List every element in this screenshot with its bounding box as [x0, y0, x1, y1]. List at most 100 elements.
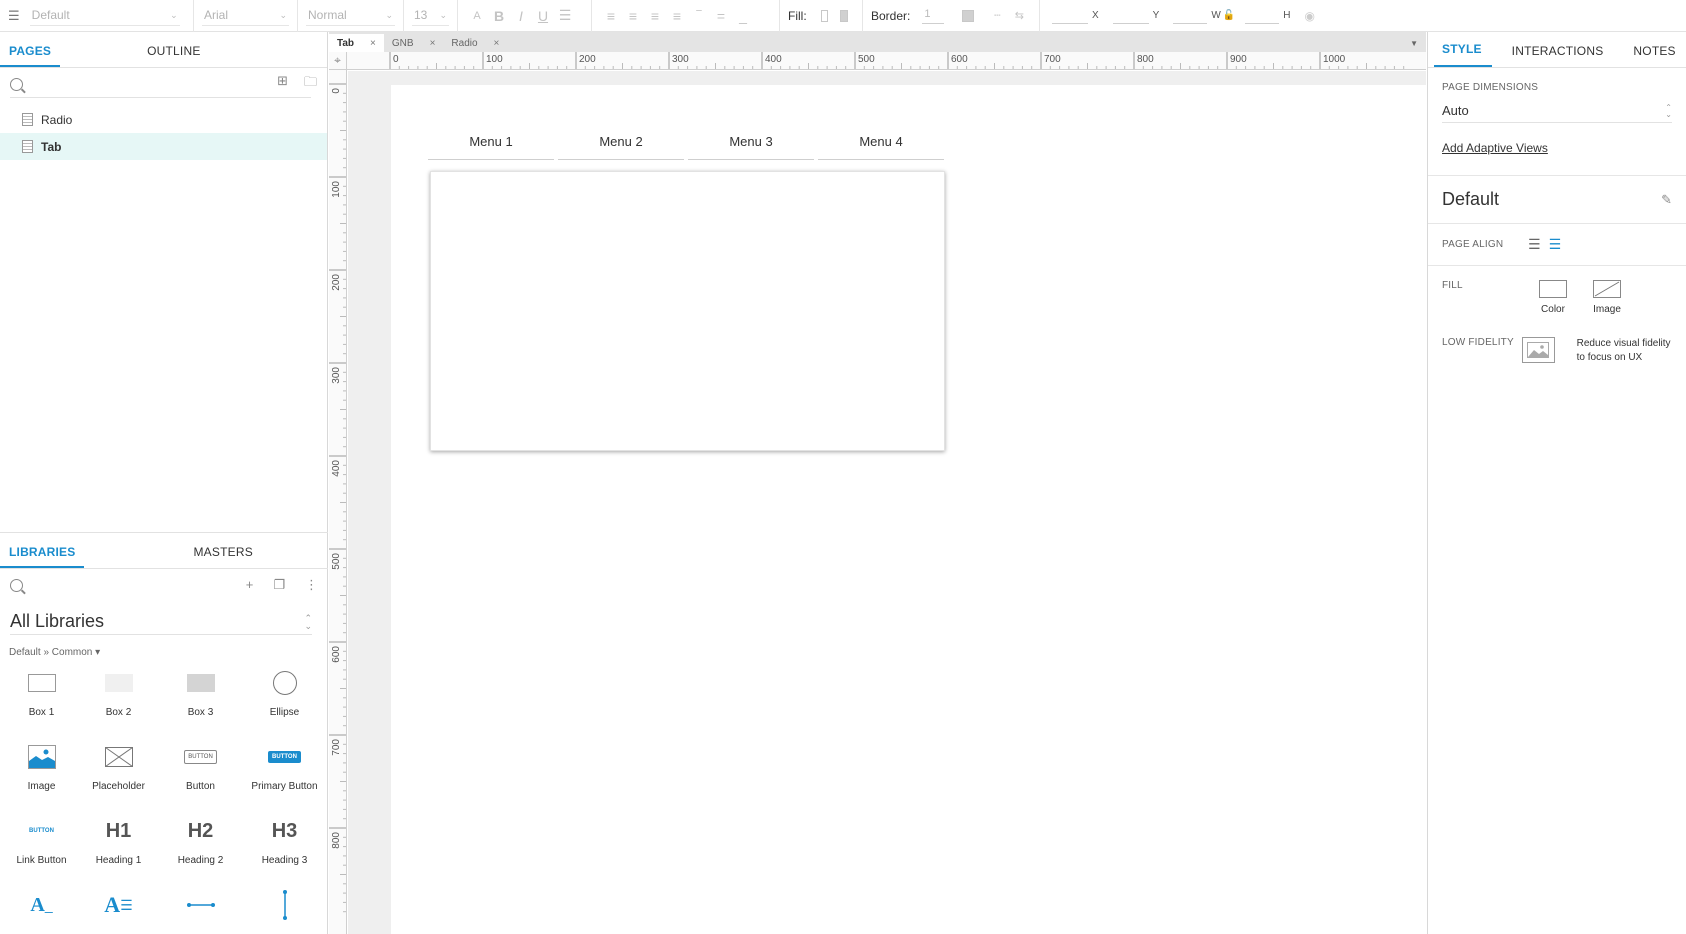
- menu-tab-3[interactable]: Menu 3: [688, 134, 814, 160]
- doc-tab-tab[interactable]: Tab ×: [329, 34, 384, 52]
- tab-libraries[interactable]: LIBRARIES: [0, 545, 85, 568]
- library-item-placeholder[interactable]: Placeholder: [77, 737, 160, 792]
- menu-tab-4[interactable]: Menu 4: [818, 134, 944, 160]
- document-tabs: Tab × GNB × Radio × ▼: [329, 32, 1426, 52]
- add-library-icon[interactable]: +: [246, 577, 254, 593]
- library-item-button[interactable]: BUTTON Button: [159, 737, 242, 792]
- ruler-origin-icon[interactable]: ⌖: [329, 52, 347, 70]
- tab-outline[interactable]: OUTLINE: [138, 44, 209, 67]
- w-field[interactable]: [1173, 8, 1208, 24]
- library-item-box-2[interactable]: Box 2: [77, 663, 160, 718]
- fill-color-option[interactable]: Color: [1526, 280, 1580, 315]
- arrow-style-icon[interactable]: ⇆: [1008, 9, 1030, 22]
- style-select-value: Default: [31, 8, 70, 22]
- style-editor-icon[interactable]: ☰: [8, 8, 20, 24]
- border-width-field[interactable]: 1: [922, 8, 945, 24]
- library-item-heading-3[interactable]: H3 Heading 3: [243, 811, 326, 867]
- font-weight-select[interactable]: Normal ⌄: [306, 6, 395, 26]
- library-select[interactable]: All Libraries ⌃ ⌄: [10, 609, 312, 635]
- font-select[interactable]: Arial ⌄: [202, 6, 289, 26]
- align-center-icon[interactable]: ≡: [622, 8, 644, 24]
- artboard[interactable]: Menu 1 Menu 2 Menu 3 Menu 4: [391, 85, 1426, 934]
- align-right-icon[interactable]: ≡: [644, 8, 666, 24]
- doc-tab-radio[interactable]: Radio ×: [443, 34, 507, 52]
- align-top-icon[interactable]: ‾: [688, 8, 710, 24]
- menu-tab-1[interactable]: Menu 1: [428, 134, 554, 160]
- library-manager-icon[interactable]: ❐: [273, 577, 285, 593]
- menu-tab-2[interactable]: Menu 2: [558, 134, 684, 160]
- image-icon: [27, 745, 56, 769]
- horizontal-ruler[interactable]: 0 100 200 300 400 500 600 700 800 900 1000: [347, 52, 1426, 70]
- search-icon[interactable]: [10, 77, 23, 91]
- h-field[interactable]: [1245, 8, 1280, 24]
- add-adaptive-views-link[interactable]: Add Adaptive Views: [1442, 141, 1548, 155]
- page-item-tab[interactable]: Tab: [0, 133, 327, 160]
- x-field[interactable]: [1052, 8, 1088, 24]
- style-title-section: Default ✎: [1428, 176, 1686, 224]
- chevron-down-icon: ⌄: [385, 9, 393, 20]
- add-page-icon[interactable]: ⊞: [277, 73, 288, 95]
- library-item-vertical-line[interactable]: [243, 885, 326, 925]
- library-item-label-widget[interactable]: A _: [0, 885, 83, 925]
- vertical-ruler[interactable]: 0 100 200 300 400 500 600 700 800: [329, 70, 347, 934]
- font-size-select[interactable]: 13 ⌄: [412, 6, 449, 26]
- page-dimensions-select[interactable]: Auto ⌃ ⌄: [1442, 99, 1672, 123]
- border-color-swatch[interactable]: [962, 9, 975, 22]
- ruler-tick-label: 0: [331, 88, 342, 94]
- format-toolbar: ☰ Default ⌄ Arial ⌄ Normal ⌄ 13 ⌄ A B I …: [0, 0, 1686, 32]
- library-item-heading-1[interactable]: H1 Heading 1: [77, 811, 160, 867]
- tab-pages[interactable]: PAGES: [0, 44, 61, 67]
- close-icon[interactable]: ×: [370, 38, 376, 49]
- doc-tab-label: Radio: [451, 37, 478, 49]
- library-item-link-button[interactable]: BUTTON Link Button: [0, 811, 83, 866]
- library-item-ellipse[interactable]: Ellipse: [243, 663, 326, 718]
- align-center-icon[interactable]: ☰: [1549, 236, 1562, 253]
- page-item-radio[interactable]: Radio: [0, 106, 327, 133]
- add-folder-icon[interactable]: 🗀: [304, 73, 317, 95]
- edit-style-icon[interactable]: ✎: [1661, 192, 1672, 208]
- align-left-icon[interactable]: ☰: [1528, 236, 1541, 253]
- low-fidelity-toggle[interactable]: [1522, 337, 1555, 363]
- pages-toolbar: ⊞ 🗀: [0, 68, 327, 100]
- visibility-icon[interactable]: ◉: [1304, 9, 1314, 23]
- align-bottom-icon[interactable]: _: [732, 8, 754, 24]
- library-breadcrumb[interactable]: Default » Common ▾: [9, 647, 328, 658]
- library-item-image[interactable]: Image: [0, 737, 83, 792]
- lock-icon[interactable]: 🔓: [1223, 10, 1235, 21]
- close-icon[interactable]: ×: [430, 38, 436, 49]
- style-select[interactable]: Default ⌄: [29, 6, 180, 26]
- doc-tab-gnb[interactable]: GNB ×: [384, 34, 444, 52]
- pages-tabs: PAGES OUTLINE: [0, 32, 327, 68]
- border-style-icon[interactable]: ┄: [986, 9, 1008, 22]
- library-item-heading-2[interactable]: H2 Heading 2: [159, 811, 242, 867]
- italic-icon[interactable]: I: [510, 8, 532, 24]
- library-item-paragraph[interactable]: A ☰: [77, 885, 160, 925]
- close-icon[interactable]: ×: [494, 38, 500, 49]
- tab-notes[interactable]: NOTES: [1625, 44, 1685, 67]
- library-item-box-1[interactable]: Box 1: [0, 663, 83, 718]
- canvas-area[interactable]: Menu 1 Menu 2 Menu 3 Menu 4: [348, 71, 1426, 934]
- align-justify-icon[interactable]: ≡: [666, 8, 688, 24]
- y-field[interactable]: [1112, 8, 1149, 24]
- search-icon[interactable]: [10, 578, 23, 592]
- bold-icon[interactable]: B: [488, 8, 510, 24]
- fill-color-swatch[interactable]: [820, 9, 829, 22]
- tab-list-dropdown-icon[interactable]: ▼: [1410, 39, 1418, 48]
- tab-masters[interactable]: MASTERS: [184, 545, 261, 568]
- library-item-box-3[interactable]: Box 3: [159, 663, 242, 718]
- bullet-list-icon[interactable]: ☰: [554, 7, 576, 24]
- underline-icon[interactable]: U: [532, 8, 554, 24]
- page-list: Radio Tab: [0, 106, 327, 160]
- font-color-icon[interactable]: A: [466, 10, 488, 22]
- tab-content-panel[interactable]: [430, 171, 945, 451]
- fill-image-option[interactable]: Image: [1580, 280, 1634, 315]
- more-options-icon[interactable]: ⋮: [305, 577, 318, 593]
- align-left-icon[interactable]: ≡: [600, 8, 622, 24]
- fill-shadow-swatch[interactable]: [840, 9, 848, 22]
- library-item-horizontal-line[interactable]: [159, 885, 242, 925]
- page-label: Radio: [41, 112, 73, 127]
- library-item-primary-button[interactable]: BUTTON Primary Button: [243, 737, 326, 792]
- align-middle-icon[interactable]: =: [710, 8, 732, 24]
- tab-interactions[interactable]: INTERACTIONS: [1504, 44, 1614, 67]
- tab-style[interactable]: STYLE: [1434, 42, 1492, 67]
